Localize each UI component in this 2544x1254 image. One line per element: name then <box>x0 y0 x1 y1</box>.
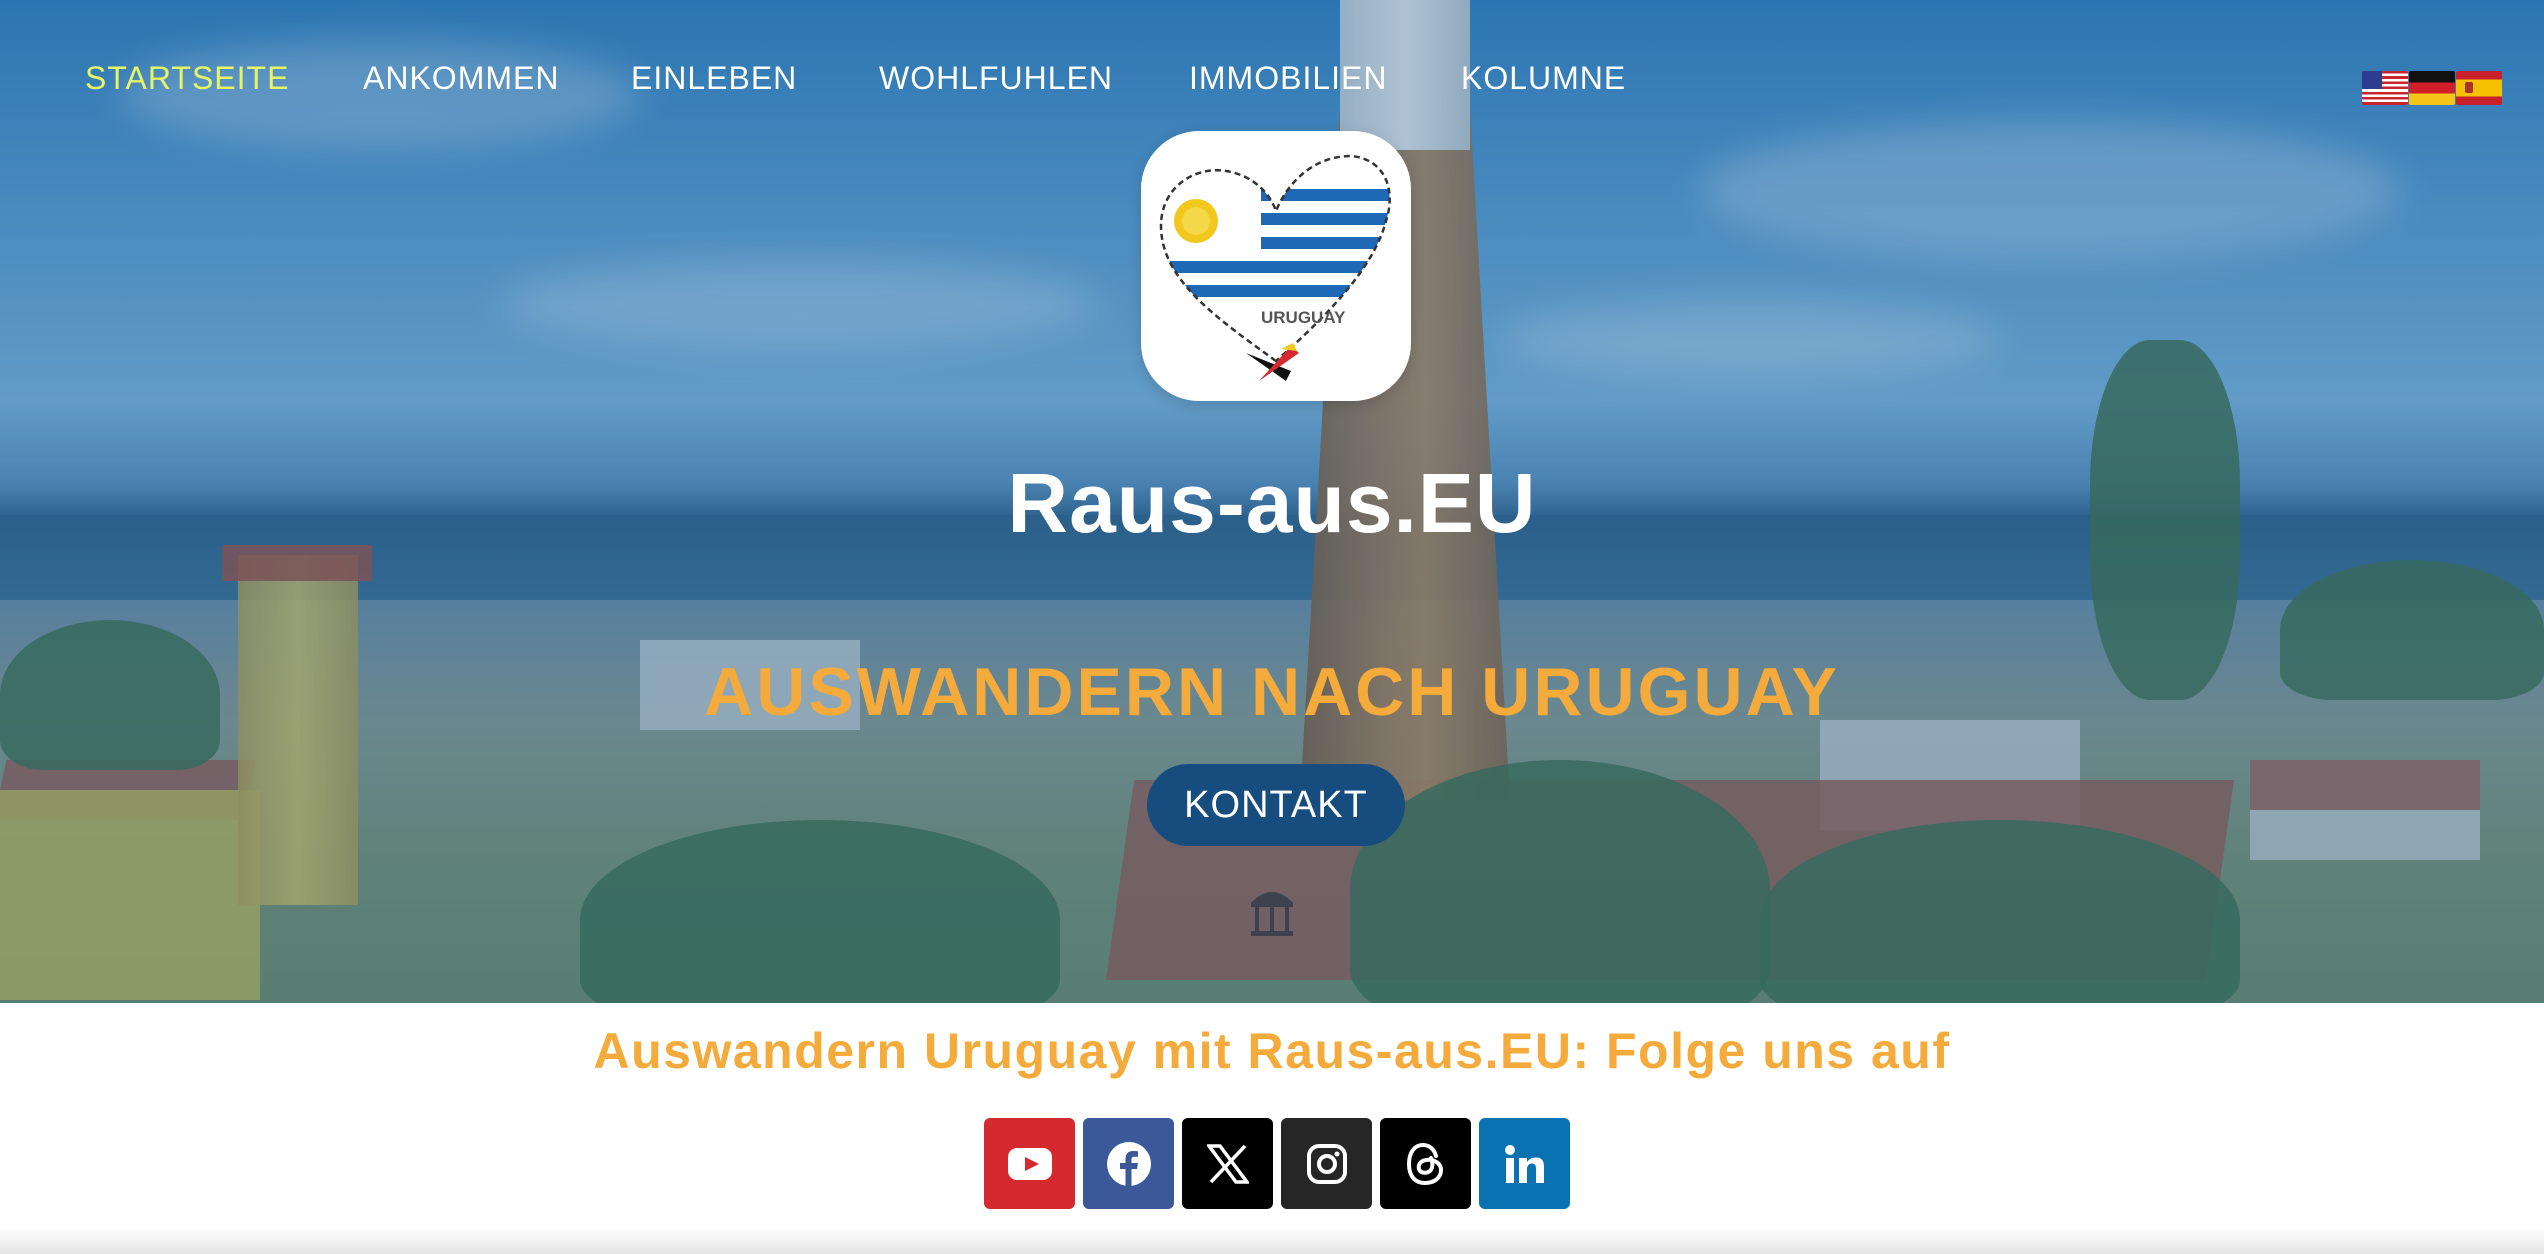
nav-item-startseite[interactable]: STARTSEITE <box>85 60 289 97</box>
social-links <box>984 1118 1570 1209</box>
de-flag-icon[interactable] <box>2409 71 2455 105</box>
site-logo[interactable]: URUGUAY <box>1141 131 1411 401</box>
es-flag-icon[interactable] <box>2456 71 2502 105</box>
svg-text:URUGUAY: URUGUAY <box>1261 308 1346 327</box>
instagram-icon[interactable] <box>1281 1118 1372 1209</box>
nav-item-einleben[interactable]: EINLEBEN <box>631 60 797 97</box>
hero-tagline: AUSWANDERN NACH URUGUAY <box>704 654 1840 730</box>
contact-button[interactable]: KONTAKT <box>1147 764 1405 846</box>
us-flag-icon[interactable] <box>2362 71 2408 105</box>
nav-item-immobilien[interactable]: IMMOBILIEN <box>1189 60 1387 97</box>
nav-item-kolumne[interactable]: KOLUMNE <box>1461 60 1626 97</box>
sun-icon <box>1174 199 1218 243</box>
nav-item-wohlfuhlen[interactable]: WOHLFUHLEN <box>879 60 1113 97</box>
youtube-icon[interactable] <box>984 1118 1075 1209</box>
uruguay-heart-logo: URUGUAY <box>1159 154 1391 381</box>
gazebo-icon <box>1251 892 1293 936</box>
follow-heading: Auswandern Uruguay mit Raus-aus.EU: Folg… <box>593 1023 1951 1079</box>
x-icon[interactable] <box>1182 1118 1273 1209</box>
nav-item-ankommen[interactable]: ANKOMMEN <box>363 60 559 97</box>
page-bottom-shadow <box>0 1226 2544 1254</box>
linkedin-icon[interactable] <box>1479 1118 1570 1209</box>
threads-icon[interactable] <box>1380 1118 1471 1209</box>
language-switcher <box>2362 71 2502 105</box>
facebook-icon[interactable] <box>1083 1118 1174 1209</box>
hero-section: STARTSEITE ANKOMMEN EINLEBEN WOHLFUHLEN … <box>0 0 2544 1003</box>
site-title: Raus-aus.EU <box>1007 456 1537 550</box>
